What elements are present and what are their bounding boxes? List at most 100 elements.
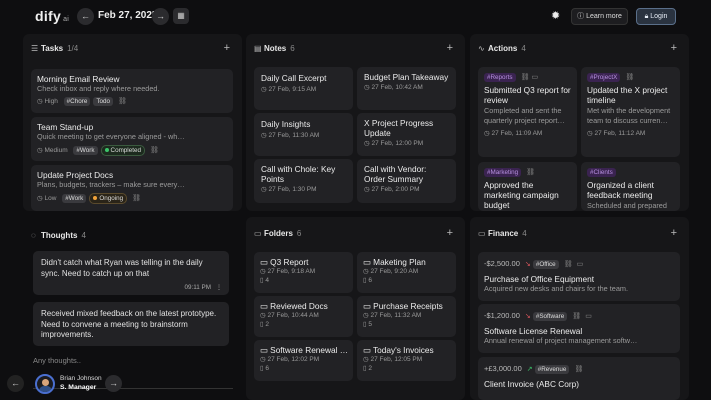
- add-note-button[interactable]: +: [447, 42, 453, 54]
- finance-row: -$2,500.00 ↘ #Office ⛓ ▭: [484, 259, 674, 269]
- folder-icon[interactable]: ▭: [577, 261, 584, 268]
- note-card[interactable]: Call with Vendor: Order Summary ◷ 27 Feb…: [357, 159, 456, 203]
- status-badge[interactable]: Ongoing: [89, 193, 128, 204]
- action-card[interactable]: #Marketing ⛓ Approved the marketing campa…: [478, 162, 577, 211]
- add-action-button[interactable]: +: [671, 42, 677, 54]
- link-icon[interactable]: ⛓: [150, 147, 159, 154]
- folder-card[interactable]: ▭ Q3 Report ◷ 27 Feb, 9:18 AM ▯ 4: [254, 252, 353, 293]
- thought-input[interactable]: Any thoughts..: [33, 356, 81, 365]
- notes-panel: ▤ Notes 6 + Daily Call Excerpt ◷ 27 Feb, 9…: [246, 34, 465, 211]
- folder-icon: ▭: [363, 345, 371, 355]
- collapse-left-button[interactable]: ←: [7, 375, 24, 392]
- note-card[interactable]: X Project Progress Update ◷ 27 Feb, 12:0…: [357, 113, 456, 156]
- learn-more-button[interactable]: ⓘ Learn more: [571, 8, 628, 25]
- folder-name: Reviewed Docs: [270, 301, 328, 311]
- note-card[interactable]: Call with Chole: Key Points ◷ 27 Feb, 1:…: [254, 159, 353, 203]
- note-card[interactable]: Budget Plan Takeaway ◷ 27 Feb, 10:42 AM: [357, 67, 456, 110]
- folder-name: Today's Invoices: [373, 345, 434, 355]
- link-icon[interactable]: ⛓: [574, 366, 583, 373]
- thought-card[interactable]: Didn't catch what Ryan was telling in th…: [33, 251, 229, 295]
- folder-card[interactable]: ▭ Software Renewal … ◷ 27 Feb, 12:02 PM …: [254, 340, 353, 381]
- folder-meta: ◷ 27 Feb, 12:05 PM: [363, 355, 450, 364]
- theme-toggle-sun-icon[interactable]: ✹: [551, 11, 562, 22]
- folder-card[interactable]: ▭ Today's Invoices ◷ 27 Feb, 12:05 PM ▯ …: [357, 340, 456, 381]
- add-folder-button[interactable]: +: [447, 227, 453, 239]
- folder-icon[interactable]: ▭: [531, 74, 538, 81]
- action-card[interactable]: #ProjectX ⛓ Updated the X project timelin…: [581, 67, 680, 157]
- folder-icon: ▭: [254, 229, 262, 238]
- prev-day-button[interactable]: ←: [77, 8, 94, 25]
- finance-title: Purchase of Office Equipment: [484, 274, 595, 284]
- tag-pill[interactable]: #Software: [532, 312, 568, 321]
- user-name: Brian Johnson: [60, 375, 102, 382]
- add-finance-button[interactable]: +: [671, 227, 677, 239]
- tag-pill[interactable]: #Clients: [587, 168, 616, 177]
- tag-pill[interactable]: #Office: [532, 260, 559, 269]
- avatar[interactable]: [35, 374, 55, 394]
- app-logo[interactable]: dify ai: [35, 8, 69, 24]
- priority-icon: ◷: [37, 98, 43, 105]
- list-icon: ☰: [31, 44, 39, 53]
- folder-name-row: ▭ Reviewed Docs: [260, 301, 347, 311]
- clock-icon: ◷: [260, 356, 266, 363]
- action-card[interactable]: #Reports ⛓ ▭ Submitted Q3 report for revie…: [478, 67, 577, 157]
- note-meta: ◷ 27 Feb, 1:30 PM: [261, 185, 346, 194]
- login-button[interactable]: 🔒︎ Login: [636, 8, 676, 25]
- folder-file-count: 4: [265, 277, 270, 284]
- tag-pill[interactable]: #Chore: [63, 97, 91, 106]
- task-title: Team Stand-up: [37, 122, 94, 132]
- link-icon[interactable]: ⛓: [564, 261, 573, 268]
- finance-card[interactable]: +£3,000.00 ↗ #Revenue ⛓ Client Invoice (AB…: [478, 357, 680, 400]
- folder-card[interactable]: ▭ Maketing Plan ◷ 27 Feb, 9:20 AM ▯ 6: [357, 252, 456, 293]
- tag-pill[interactable]: #ProjectX: [587, 73, 621, 82]
- tag-pill[interactable]: #Revenue: [534, 365, 570, 374]
- link-icon[interactable]: ⛓: [526, 169, 535, 176]
- tag-pill[interactable]: #Reports: [484, 73, 516, 82]
- action-desc: Completed and sent the quarterly project…: [484, 106, 565, 125]
- expand-right-button[interactable]: →: [105, 375, 122, 392]
- folder-icon[interactable]: ▭: [585, 313, 592, 320]
- thoughts-title: Thoughts: [41, 231, 78, 240]
- user-role: S. Manager: [60, 384, 97, 391]
- more-options-icon[interactable]: ⋮: [216, 284, 222, 291]
- note-meta: ◷ 27 Feb, 9:15 AM: [261, 85, 346, 94]
- folder-icon: ▭: [363, 257, 371, 267]
- finance-row: -$1,200.00 ↘ #Software ⛓ ▭: [484, 311, 674, 321]
- action-card[interactable]: #Clients Organized a client feedback mee…: [581, 162, 680, 211]
- status-badge[interactable]: Completed: [100, 145, 145, 156]
- action-desc: Met with the development team to discuss…: [587, 106, 671, 125]
- action-title: Organized a client feedback meeting: [587, 180, 654, 200]
- finance-count: 4: [522, 229, 527, 238]
- link-icon[interactable]: ⛓: [521, 74, 530, 81]
- finance-card[interactable]: -$2,500.00 ↘ #Office ⛓ ▭ Purchase of Offic…: [478, 252, 680, 301]
- task-title: Update Project Docs: [37, 170, 114, 180]
- tag-pill[interactable]: #Marketing: [484, 168, 522, 177]
- clock-icon: ◷: [260, 312, 266, 319]
- next-day-button[interactable]: →: [152, 8, 169, 25]
- calendar-button[interactable]: ▦: [173, 8, 189, 24]
- note-card[interactable]: Daily Call Excerpt ◷ 27 Feb, 9:15 AM: [254, 67, 353, 110]
- thought-card[interactable]: Received mixed feedback on the latest pr…: [33, 302, 229, 346]
- tag-pill[interactable]: #Work: [62, 194, 87, 203]
- tag-pill[interactable]: #Work: [73, 146, 98, 155]
- folder-time: 27 Feb, 9:20 AM: [370, 268, 419, 275]
- lock-icon: 🔒︎: [644, 13, 649, 20]
- task-card[interactable]: Team Stand-up Quick meeting to get every…: [31, 117, 233, 161]
- link-icon[interactable]: ⛓: [572, 313, 581, 320]
- finance-card[interactable]: -$1,200.00 ↘ #Software ⛓ ▭ Software Licens…: [478, 304, 680, 353]
- task-desc: Plans, budgets, trackers – make sure eve…: [37, 180, 185, 189]
- tag-pill[interactable]: Todo: [93, 97, 113, 106]
- folder-name-row: ▭ Today's Invoices: [363, 345, 450, 355]
- actions-panel: ∿ Actions 4 + #Reports ⛓ ▭ Submitted Q3 repo…: [470, 34, 689, 211]
- link-icon[interactable]: ⛓: [118, 98, 127, 105]
- arrow-left-icon: ←: [11, 378, 20, 388]
- folder-card[interactable]: ▭ Purchase Receipts ◷ 27 Feb, 11:32 AM ▯…: [357, 296, 456, 337]
- task-card[interactable]: Morning Email Review Check inbox and rep…: [31, 69, 233, 113]
- task-card[interactable]: Update Project Docs Plans, budgets, trac…: [31, 165, 233, 211]
- add-task-button[interactable]: +: [224, 42, 230, 54]
- folder-card[interactable]: ▭ Reviewed Docs ◷ 27 Feb, 10:44 AM ▯ 2: [254, 296, 353, 337]
- link-icon[interactable]: ⛓: [132, 195, 141, 202]
- note-card[interactable]: Daily Insights ◷ 27 Feb, 11:30 AM: [254, 113, 353, 156]
- link-icon[interactable]: ⛓: [625, 74, 634, 81]
- priority-icon: ◷: [37, 195, 43, 202]
